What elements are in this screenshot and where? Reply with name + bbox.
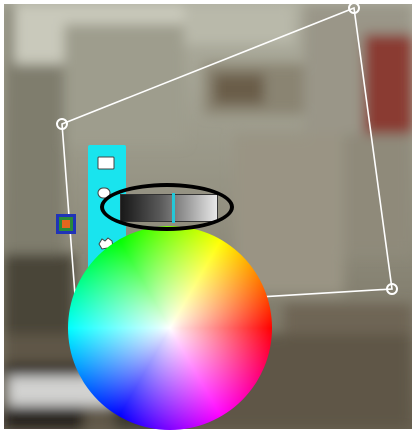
slider-highlight-ring	[100, 183, 234, 231]
brightness-slider[interactable]	[100, 183, 234, 231]
edge-resize-handle[interactable]	[56, 214, 76, 234]
color-wheel[interactable]	[68, 226, 272, 430]
image-editor-canvas[interactable]	[0, 0, 416, 433]
handle-center	[62, 220, 70, 228]
rectangle-icon	[97, 156, 115, 170]
rectangle-tool-button[interactable]	[96, 155, 116, 171]
